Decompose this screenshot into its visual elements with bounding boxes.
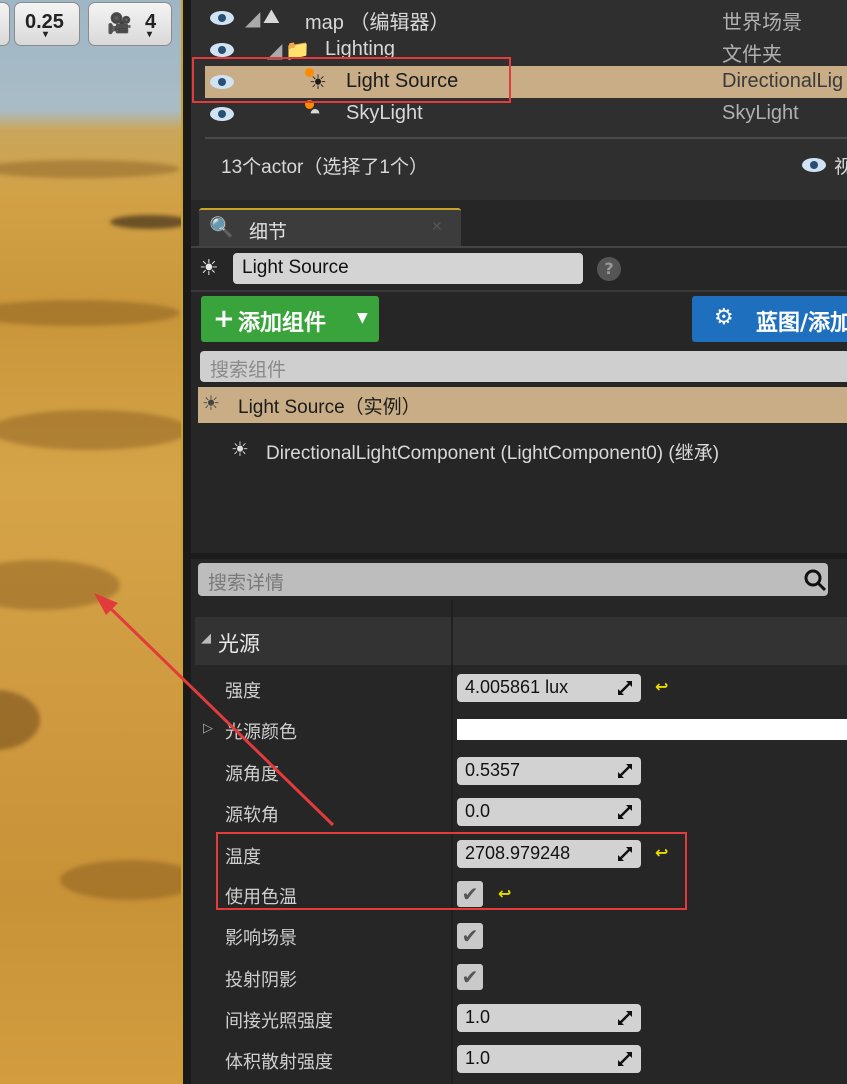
plus-icon: +	[213, 304, 235, 334]
outliner-item-name: map （编辑器）	[305, 12, 450, 34]
add-component-label: 添加组件	[238, 311, 327, 336]
help-icon[interactable]: ?	[597, 257, 621, 281]
separator	[191, 290, 847, 292]
outliner-separator	[205, 137, 847, 139]
component-row-instance[interactable]: ☀ Light Source（实例）	[198, 387, 847, 423]
chevron-down-icon: ▾	[147, 29, 153, 40]
component-row-directional-light[interactable]: ☀ DirectionalLightComponent (LightCompon…	[231, 437, 847, 465]
visibility-eye-icon[interactable]	[209, 106, 235, 122]
volumetric-scattering-value: 1.0	[465, 1048, 491, 1068]
terrain-ridge	[0, 160, 180, 178]
collapse-arrow-icon[interactable]: ◢	[245, 6, 260, 31]
search-details-placeholder: 搜索详情	[208, 573, 285, 594]
terrain-ridge	[0, 300, 180, 326]
outliner-item-type: 文件夹	[722, 44, 782, 66]
tab-details-label: 细节	[249, 221, 288, 243]
annotation-box-light-source	[192, 57, 511, 103]
actor-name-input[interactable]: Light Source	[233, 253, 583, 284]
spin-arrows-icon[interactable]	[617, 804, 633, 820]
details-panel: 🔍 细节 ✕ ☀ Light Source ? + 添加组件 ▼ ⚙ 蓝图/添加…	[191, 200, 847, 1084]
prop-label-affects-world: 影响场景	[225, 928, 297, 949]
skylight-icon: ◓	[309, 102, 322, 124]
view-options-eye-icon[interactable]	[799, 157, 829, 173]
actor-count-status: 13个actor（选择了1个）	[221, 157, 428, 178]
directional-light-icon: ☀	[202, 391, 220, 415]
outliner-item-type: SkyLight	[722, 102, 799, 124]
terrain-ridge	[0, 410, 181, 450]
details-magnifier-icon: 🔍	[209, 215, 234, 239]
cast-shadows-checkbox[interactable]: ✔	[457, 964, 483, 990]
light-color-swatch[interactable]	[457, 719, 847, 740]
blueprint-button-label: 蓝图/添加	[756, 311, 847, 336]
reset-to-default-icon[interactable]: ↩	[655, 677, 669, 696]
level-viewport[interactable]: 0.25 ▾ 🎥 4 ▾	[0, 0, 181, 1084]
affects-world-checkbox[interactable]: ✔	[457, 923, 483, 949]
prop-label-cast-shadows: 投射阴影	[225, 970, 297, 991]
spin-arrows-icon[interactable]	[617, 1051, 633, 1067]
prop-label-light-color: 光源颜色	[225, 722, 297, 743]
blueprint-add-script-button[interactable]: ⚙ 蓝图/添加	[692, 296, 847, 342]
terrain-ridge	[0, 560, 120, 610]
prop-label-source-soft-angle: 源软角	[225, 805, 279, 826]
splitter[interactable]	[191, 553, 847, 559]
indirect-intensity-input[interactable]: 1.0	[457, 1004, 641, 1032]
terrain-ridge	[0, 690, 40, 750]
terrain-ridge	[110, 215, 181, 229]
terrain-ridge	[60, 860, 181, 900]
search-details-input[interactable]: 搜索详情	[198, 563, 828, 596]
indirect-intensity-value: 1.0	[465, 1007, 491, 1027]
volumetric-scattering-input[interactable]: 1.0	[457, 1045, 641, 1073]
collapse-arrow-icon: ◢	[201, 631, 211, 646]
add-component-button[interactable]: + 添加组件 ▼	[201, 296, 379, 342]
annotation-box-temperature	[216, 832, 687, 910]
instance-label: Light Source（实例）	[238, 397, 421, 418]
view-options-label[interactable]: 视	[834, 152, 847, 179]
prop-label-volumetric-scattering: 体积散射强度	[225, 1052, 333, 1073]
component-label: DirectionalLightComponent (LightComponen…	[266, 443, 720, 464]
directional-light-icon: ☀	[199, 256, 219, 281]
tab-underline	[191, 246, 847, 248]
spin-arrows-icon[interactable]	[617, 1010, 633, 1026]
intensity-input[interactable]: 4.005861 lux	[457, 674, 641, 702]
source-soft-angle-value: 0.0	[465, 801, 491, 821]
outliner-item-type: DirectionalLig	[722, 70, 844, 92]
visibility-eye-icon[interactable]	[209, 10, 235, 26]
tab-details[interactable]: 🔍 细节 ✕	[199, 208, 461, 248]
prop-label-intensity: 强度	[225, 681, 261, 702]
directional-light-icon: ☀	[231, 437, 249, 461]
prop-label-source-angle: 源角度	[225, 764, 279, 785]
chevron-down-icon: ▼	[357, 310, 368, 326]
spin-arrows-icon[interactable]	[617, 763, 633, 779]
outliner-row-map[interactable]: ◢ ⛰ map （编辑器） 世界场景	[205, 2, 847, 34]
grid-snap-button[interactable]: 0.25 ▾	[14, 2, 80, 46]
category-header-light[interactable]: ◢ 光源	[195, 617, 847, 665]
chevron-down-icon: ▾	[43, 29, 49, 40]
column-splitter	[451, 617, 453, 665]
search-components-placeholder: 搜索组件	[210, 360, 287, 381]
close-tab-icon[interactable]: ✕	[431, 219, 443, 235]
outliner-item-name: SkyLight	[346, 102, 423, 124]
camera-icon: 🎥	[107, 13, 132, 35]
map-icon: ⛰	[263, 6, 280, 28]
category-title: 光源	[218, 632, 260, 656]
spin-arrows-icon[interactable]	[617, 680, 633, 696]
actor-name-value: Light Source	[242, 257, 349, 278]
search-icon[interactable]	[803, 568, 827, 592]
outliner-item-type: 世界场景	[722, 12, 802, 34]
prop-label-indirect-intensity: 间接光照强度	[225, 1011, 333, 1032]
source-angle-value: 0.5357	[465, 760, 521, 780]
gears-icon: ⚙	[714, 305, 734, 330]
expand-arrow-icon[interactable]: ▷	[203, 721, 213, 736]
source-soft-angle-input[interactable]: 0.0	[457, 798, 641, 826]
search-components-input[interactable]: 搜索组件	[200, 351, 847, 382]
camera-speed-button[interactable]: 🎥 4 ▾	[88, 2, 172, 46]
intensity-value: 4.005861 lux	[465, 677, 569, 697]
viewport-toolbar-button[interactable]	[0, 2, 10, 46]
source-angle-input[interactable]: 0.5357	[457, 757, 641, 785]
visibility-eye-icon[interactable]	[209, 42, 235, 58]
